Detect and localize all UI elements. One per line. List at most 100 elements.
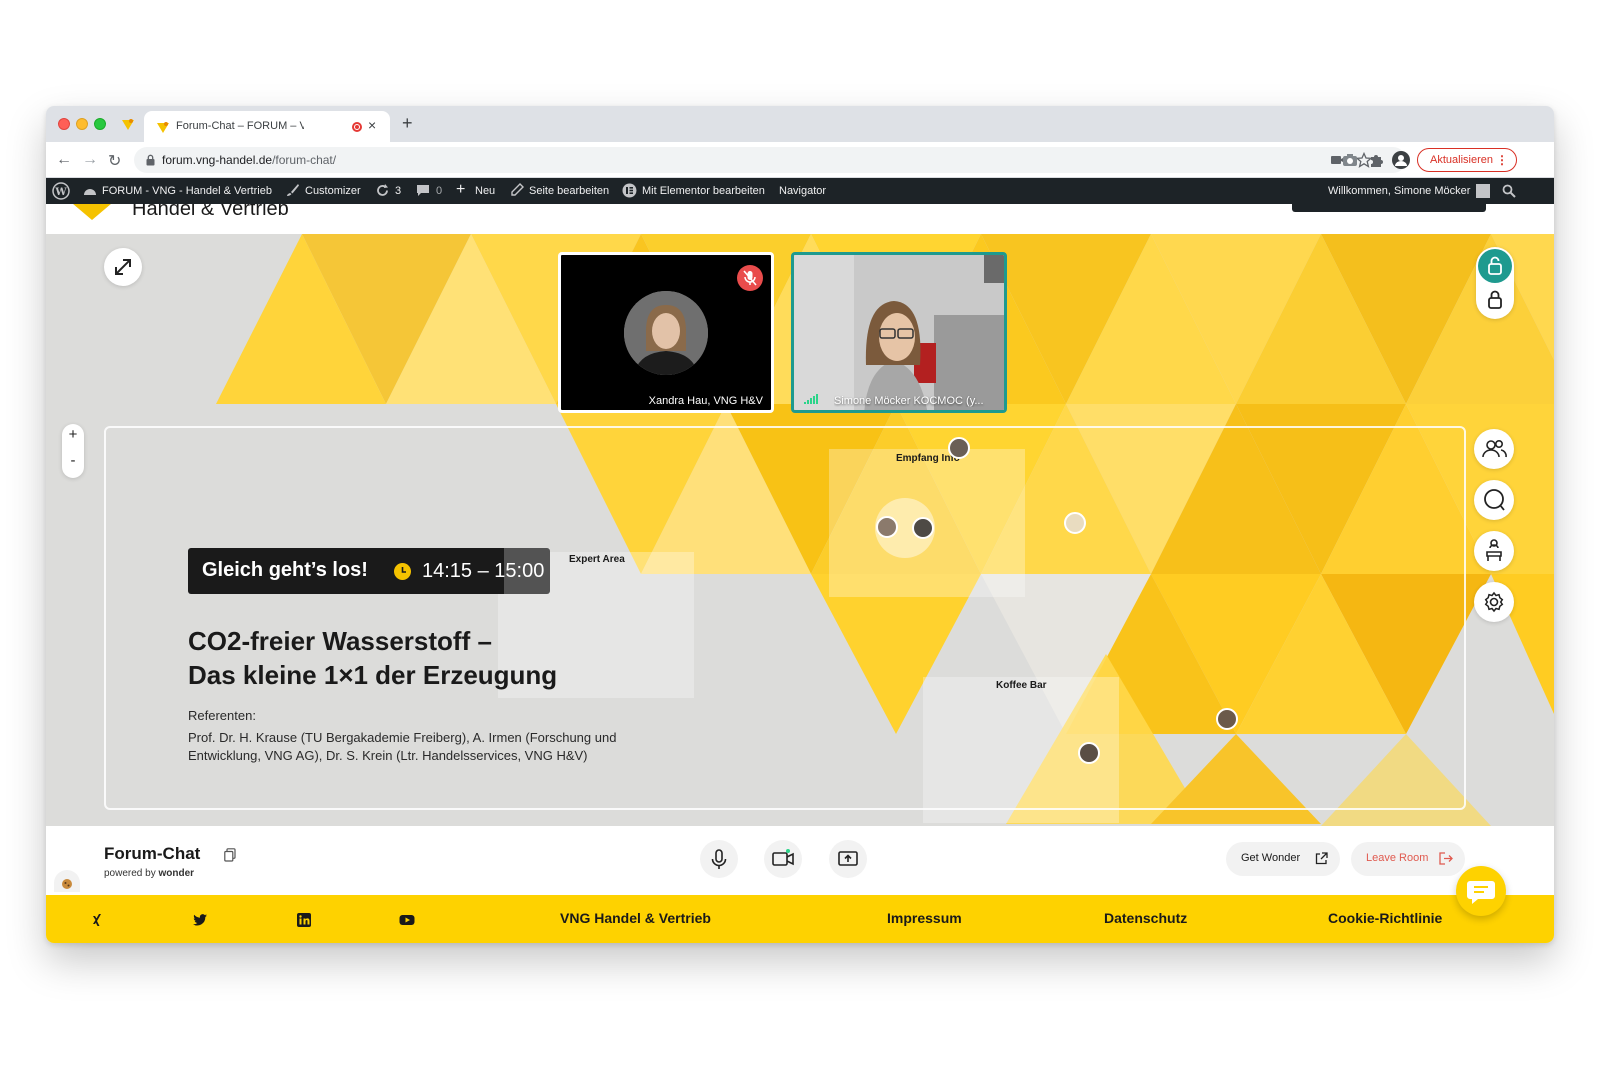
profile-avatar[interactable] — [1392, 151, 1410, 169]
new-tab-button[interactable]: + — [402, 113, 413, 134]
forward-button[interactable]: → — [82, 151, 98, 169]
fullscreen-button[interactable] — [104, 248, 142, 286]
footer-link-vng[interactable]: VNG Handel & Vertrieb — [560, 910, 711, 926]
copy-link-icon[interactable] — [224, 848, 236, 862]
chat-bubble-icon — [1484, 489, 1505, 511]
get-wonder-button[interactable]: Get Wonder — [1226, 842, 1340, 876]
header-button[interactable] — [1292, 204, 1486, 212]
zoom-controls: + - — [62, 424, 84, 478]
youtube-icon[interactable] — [399, 912, 415, 928]
video-tile-simone[interactable]: Simone Möcker KOCMOC (y... — [791, 252, 1007, 413]
expand-arrows-icon — [115, 259, 131, 275]
chat-widget-button[interactable] — [1456, 866, 1506, 916]
participant-avatar-dot[interactable] — [1078, 742, 1100, 764]
linkedin-icon[interactable] — [296, 912, 312, 928]
participant-avatar — [624, 291, 708, 375]
wonder-room-stage[interactable]: Xandra Hau, VNG H&V Simone Möcker KOCMOC… — [46, 234, 1554, 826]
elementor-logo-icon — [622, 183, 637, 198]
twitter-icon[interactable] — [192, 912, 208, 928]
user-avatar[interactable] — [1476, 184, 1490, 198]
powered-by: powered by wonder — [104, 868, 195, 879]
site-title: Handel & Vertrieb — [132, 204, 289, 220]
footer-link-impressum[interactable]: Impressum — [887, 910, 962, 926]
address-bar[interactable]: forum.vng-handel.de/forum-chat/ — [134, 147, 1406, 173]
browser-window: Forum-Chat – FORUM – VNG × + ← → ↻ forum… — [46, 106, 1554, 943]
unlock-button[interactable] — [1478, 249, 1512, 283]
share-screen-button[interactable] — [829, 840, 867, 878]
url-text: forum.vng-handel.de/forum-chat/ — [162, 153, 337, 167]
close-window-button[interactable] — [58, 118, 70, 130]
video-tile-name: Simone Möcker KOCMOC (y... — [834, 395, 984, 407]
site-header: Handel & Vertrieb — [46, 204, 1554, 234]
webcam-feed-image — [794, 255, 1004, 410]
cookie-settings-button[interactable] — [54, 870, 80, 892]
wp-site-name[interactable]: FORUM - VNG - Handel & Vertrieb — [102, 185, 272, 197]
badge-title: Gleich geht’s los! — [202, 559, 368, 581]
unlocked-icon — [1488, 256, 1502, 275]
video-tile-xandra[interactable]: Xandra Hau, VNG H&V — [558, 252, 774, 413]
speakers-label: Referenten: — [188, 708, 256, 723]
wp-customizer[interactable]: Customizer — [305, 185, 361, 197]
wp-navigator[interactable]: Navigator — [779, 185, 826, 197]
reload-button[interactable]: ↻ — [108, 151, 121, 171]
wp-new[interactable]: Neu — [475, 185, 495, 197]
exit-icon — [1439, 852, 1453, 865]
minimize-window-button[interactable] — [76, 118, 88, 130]
wp-updates-count[interactable]: 3 — [395, 185, 401, 197]
gear-icon — [1484, 591, 1504, 613]
room-control-bar: Forum-Chat powered by wonder Get Wonder … — [46, 826, 1554, 895]
microphone-button[interactable] — [700, 840, 738, 878]
more-menu-icon: ⋮ — [1496, 153, 1508, 167]
leave-room-label: Leave Room — [1366, 852, 1429, 864]
browser-toolbar: ← → ↻ forum.vng-handel.de/forum-chat/ Ak… — [46, 142, 1554, 178]
leave-room-button[interactable]: Leave Room — [1351, 842, 1465, 876]
tab-close-icon[interactable]: × — [368, 117, 376, 133]
footer-link-datenschutz[interactable]: Datenschutz — [1104, 910, 1187, 926]
chat-message-icon — [1467, 881, 1495, 904]
chat-button[interactable] — [1474, 480, 1514, 520]
comments-icon — [417, 185, 429, 196]
update-label: Aktualisieren — [1430, 154, 1493, 166]
event-badge: Gleich geht’s los! 14:15 – 15:00 — [188, 548, 550, 594]
settings-button[interactable] — [1474, 582, 1514, 622]
search-icon[interactable] — [1502, 184, 1516, 198]
wp-edit-page[interactable]: Seite bearbeiten — [529, 185, 609, 197]
extensions-puzzle-icon[interactable] — [1368, 152, 1384, 168]
maximize-window-button[interactable] — [94, 118, 106, 130]
camera-button[interactable] — [764, 840, 802, 878]
wp-greeting[interactable]: Willkommen, Simone Möcker — [1328, 185, 1470, 197]
external-link-icon — [1315, 852, 1328, 865]
back-button[interactable]: ← — [56, 151, 72, 169]
wordpress-logo-icon[interactable]: W — [52, 182, 70, 200]
people-icon — [1482, 440, 1507, 458]
tab-strip: Forum-Chat – FORUM – VNG × + — [46, 106, 1554, 142]
zoom-in-button[interactable]: + — [62, 426, 84, 443]
site-logo[interactable] — [66, 204, 118, 220]
participant-avatar-dot[interactable] — [1216, 708, 1238, 730]
wp-comments-count[interactable]: 0 — [436, 185, 442, 197]
participant-avatar-dot[interactable] — [948, 437, 970, 459]
participant-avatar-dot[interactable] — [876, 516, 898, 538]
zone-label-koffee-bar: Koffee Bar — [996, 680, 1047, 691]
participant-avatar-dot[interactable] — [912, 517, 934, 539]
zoom-out-button[interactable]: - — [62, 452, 84, 469]
badge-overlay — [504, 548, 550, 594]
participants-button[interactable] — [1474, 429, 1514, 469]
lock-icon[interactable] — [1478, 283, 1512, 317]
tab-forum-chat[interactable]: Forum-Chat – FORUM – VNG × — [144, 111, 390, 142]
screen-share-icon — [838, 851, 858, 866]
screenshot-extension-icon[interactable] — [1342, 152, 1358, 168]
plus-icon: + — [456, 181, 466, 198]
video-tile-name: Xandra Hau, VNG H&V — [648, 395, 763, 407]
footer-link-cookie[interactable]: Cookie-Richtlinie — [1328, 910, 1442, 926]
room-settings-button[interactable] — [1474, 531, 1514, 571]
page-content: Handel & Vertrieb Xandra Hau, VNG H&V Si… — [46, 204, 1554, 943]
wp-elementor[interactable]: Mit Elementor bearbeiten — [642, 185, 765, 197]
participant-avatar-dot[interactable] — [1064, 512, 1086, 534]
zone-label-expert-area: Expert Area — [569, 554, 625, 565]
pinned-tab-favicon-icon[interactable] — [120, 116, 136, 132]
xing-icon[interactable] — [90, 912, 106, 928]
brush-icon — [287, 184, 299, 196]
update-browser-button[interactable]: Aktualisieren ⋮ — [1417, 148, 1517, 172]
headline-line-1: CO2-freier Wasserstoff – — [188, 626, 492, 656]
